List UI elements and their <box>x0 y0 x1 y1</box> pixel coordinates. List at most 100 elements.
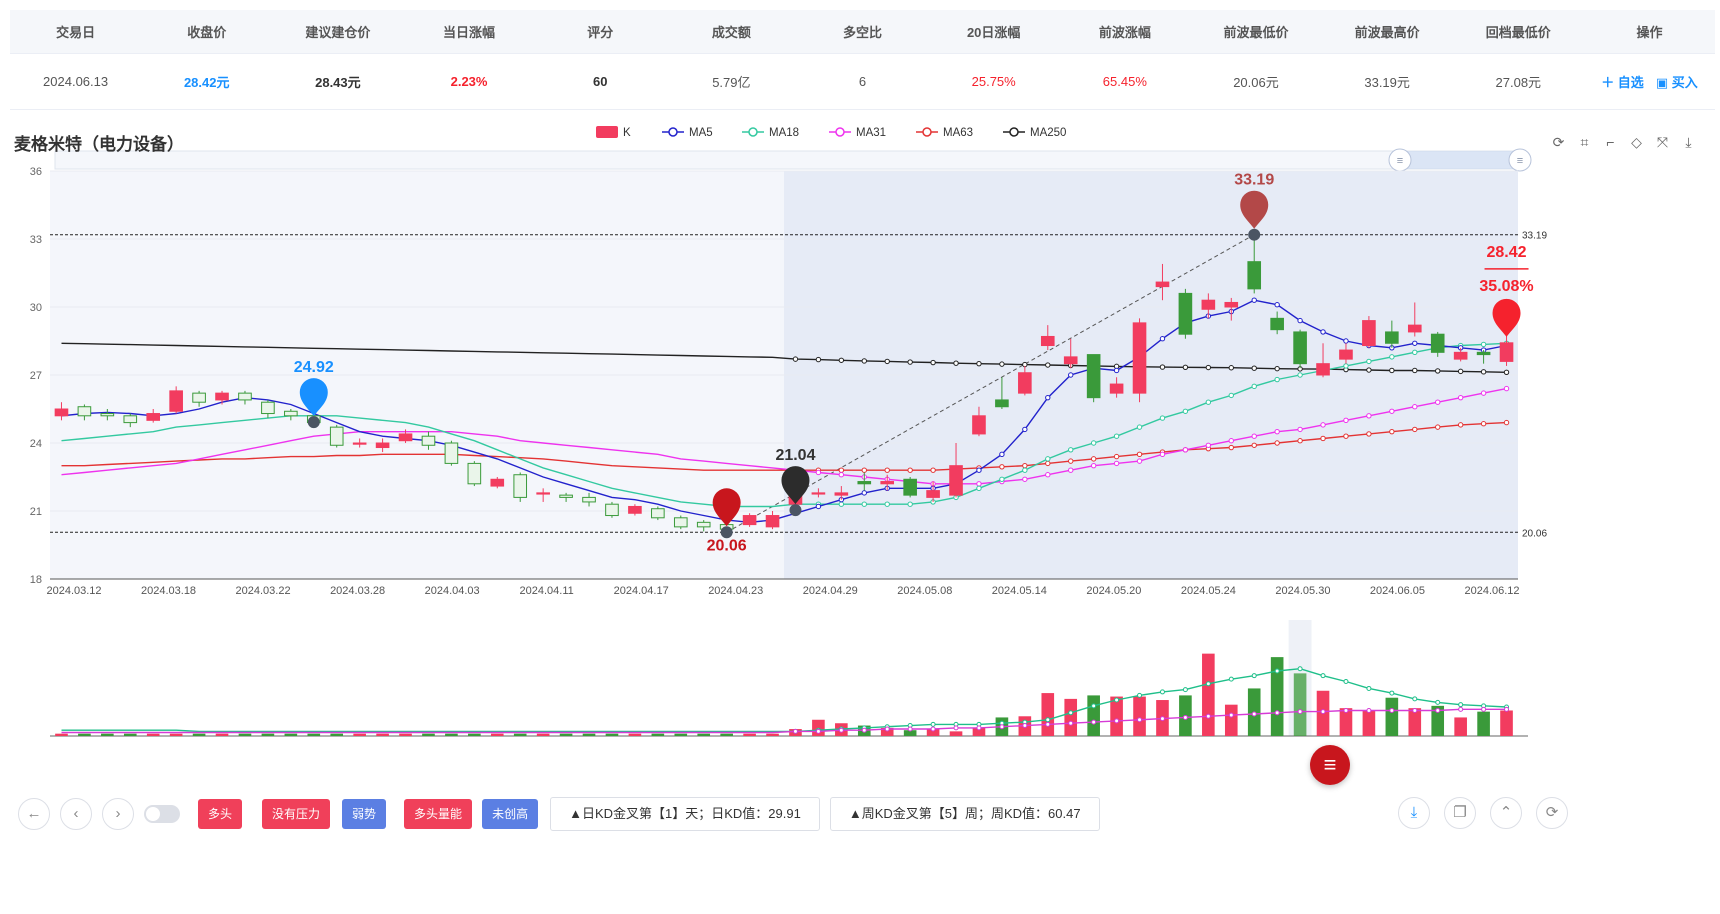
candle <box>673 517 688 528</box>
ma5-point <box>1320 329 1326 335</box>
ma250-point <box>815 356 822 363</box>
legend-item[interactable]: MA31 <box>829 127 886 139</box>
back-button[interactable]: ← <box>18 798 50 830</box>
stats-header: 交易日 收盘价 建议建仓价 当日涨幅 评分 成交额 多空比 20日涨幅 前波涨幅… <box>10 10 1715 54</box>
candle <box>857 481 872 485</box>
ma63-point <box>907 467 913 473</box>
buy-link[interactable]: ▣ 买入 <box>1656 72 1698 91</box>
ma63-point <box>838 467 845 473</box>
legend-item[interactable]: K <box>596 126 631 139</box>
ma250-point <box>1274 365 1280 372</box>
candle <box>651 508 665 519</box>
ma63-point <box>1228 444 1234 451</box>
ma250-point <box>999 361 1005 367</box>
ma18-point <box>1389 354 1395 360</box>
ma250-point <box>1412 367 1418 374</box>
y-tick-label: 21 <box>30 506 42 518</box>
volume-bar <box>582 733 596 736</box>
menu-fab-button[interactable]: ≡ <box>1310 745 1350 785</box>
candle <box>582 496 596 503</box>
restore-icon[interactable]: ⟳ <box>1550 133 1567 150</box>
marker-anchor <box>789 504 802 517</box>
header-ratio: 多空比 <box>843 25 883 40</box>
fullscreen-icon[interactable]: ⤧ <box>1654 133 1671 150</box>
volume-bar <box>1064 698 1078 736</box>
vol_ma_purple-point <box>1137 717 1143 723</box>
ma18-point <box>884 501 890 507</box>
volume-bar <box>307 733 321 736</box>
candle <box>261 401 275 415</box>
candle <box>628 505 642 514</box>
ma63-point <box>1503 419 1510 426</box>
ma18-point <box>1412 349 1418 356</box>
volume-bar <box>949 731 963 736</box>
candle <box>1201 299 1216 310</box>
zoom-icon[interactable]: ⌗ <box>1576 133 1593 150</box>
cell-wave-low: 20.06元 <box>1233 75 1279 90</box>
vol_ma_green-point <box>1366 685 1372 691</box>
export-button[interactable]: ⤓ <box>1398 797 1430 829</box>
candle <box>880 481 895 485</box>
ma18-point <box>1113 433 1120 439</box>
ma250-point <box>930 359 936 366</box>
vol_ma_purple-point <box>1412 707 1418 713</box>
candle <box>398 433 413 442</box>
refresh-button[interactable]: ⟳ <box>1536 797 1568 829</box>
volume-bar <box>123 733 137 736</box>
ma63-point <box>1435 424 1441 430</box>
candle <box>1407 324 1422 333</box>
legend-label: MA63 <box>943 127 973 139</box>
data-zoom-track <box>54 150 1521 170</box>
candle <box>467 462 482 485</box>
x-tick-label: 2024.03.22 <box>236 585 291 597</box>
vol_ma_purple-point <box>907 726 913 732</box>
candle <box>352 442 367 445</box>
volume-bar <box>146 733 160 736</box>
candle <box>1063 356 1078 365</box>
prev-button[interactable]: ‹ <box>60 798 92 830</box>
add-watchlist-link[interactable]: ＋ 自选 <box>1601 72 1644 91</box>
legend-item[interactable]: MA250 <box>1003 127 1066 139</box>
cell-date: 2024.06.13 <box>43 74 109 89</box>
candle <box>1316 363 1330 376</box>
legend-item[interactable]: MA18 <box>742 127 799 139</box>
legend-label: MA31 <box>856 127 886 139</box>
toggle-switch[interactable] <box>144 805 180 823</box>
zoom-reset-icon[interactable]: ⌐ <box>1602 133 1619 150</box>
ma63-point <box>1389 428 1395 435</box>
download-icon[interactable]: ⤓ <box>1680 133 1697 150</box>
ma63-point <box>1113 453 1120 460</box>
ma250-point <box>1503 369 1510 375</box>
next-button[interactable]: › <box>102 798 134 830</box>
scroll-top-button[interactable]: ⌃ <box>1490 797 1522 829</box>
ma18-point <box>907 501 913 507</box>
ma31-point <box>1022 476 1028 482</box>
ma250-point <box>838 357 845 363</box>
cell-score: 60 <box>592 74 608 89</box>
chart[interactable]: ≡ ≡ 18 21 24 27 30 33 36 2024.03.12 2024.03.18 2024… <box>0 0 1720 914</box>
ma18-point <box>1136 424 1143 430</box>
ma31-point <box>1435 399 1441 405</box>
ma18-point <box>1182 408 1189 414</box>
arrow-left-icon: ← <box>26 805 42 822</box>
candle <box>1086 354 1101 399</box>
data-view-icon[interactable]: ◇ <box>1628 133 1645 150</box>
refresh-icon: ⟳ <box>1545 804 1559 821</box>
legend-item[interactable]: MA63 <box>916 127 973 139</box>
candle <box>903 478 917 496</box>
ma18-point <box>999 476 1005 482</box>
copy-button[interactable]: ❐ <box>1444 797 1476 829</box>
volume-bar <box>376 733 389 736</box>
ma5-point <box>1274 302 1280 308</box>
volume-bar <box>445 733 458 736</box>
legend-item[interactable]: MA5 <box>662 127 713 139</box>
ma5-point <box>1159 336 1166 342</box>
header-score: 评分 <box>587 25 614 40</box>
ma31-point <box>976 481 982 487</box>
stats-row: 2024.06.13 28.42元 28.43元 2.23% 60 5.79亿 … <box>10 54 1715 110</box>
vol_ma_green-point <box>930 721 936 727</box>
legend-swatch-dot <box>668 127 678 137</box>
data-zoom-window <box>1400 151 1520 169</box>
volume-bar <box>605 733 619 736</box>
volume-bar <box>169 733 183 736</box>
